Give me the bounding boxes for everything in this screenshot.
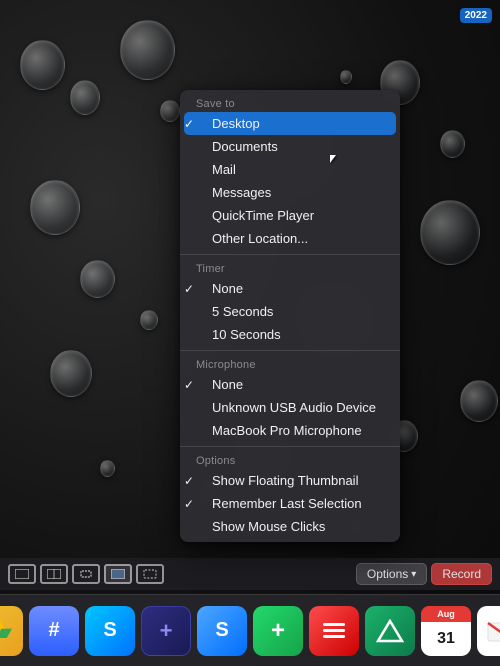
options-button[interactable]: Options ▾ [356,563,427,585]
divider-2 [180,350,400,351]
window-icon-dotted[interactable] [136,564,164,584]
droplet [80,260,115,298]
menu-item-floating[interactable]: ✓ Show Floating Thumbnail [180,469,400,492]
menubar-year: 2022 [460,8,492,23]
record-button[interactable]: Record [431,563,492,585]
menu-item-mic-macbook-label: MacBook Pro Microphone [212,423,362,438]
droplet [440,130,465,158]
dock-icon-skype[interactable]: S [197,606,247,656]
bars-icon [321,621,347,641]
menu-item-quicktime-label: QuickTime Player [212,208,314,223]
dock: # S + S + Aug 31 [0,594,500,666]
menu-item-timer-10s-label: 10 Seconds [212,327,281,342]
dock-icon-gmail[interactable] [477,606,500,656]
droplet [50,350,92,397]
menu-item-mic-usb-label: Unknown USB Audio Device [212,400,376,415]
plus-icon: + [271,617,285,645]
timer-section-label: Timer [180,259,400,277]
menu-item-remember-label: Remember Last Selection [212,496,362,511]
droplet [30,180,80,235]
dock-icon-safari[interactable]: S [85,606,135,656]
year-label: 2022 [465,10,487,21]
dock-icon-setapp[interactable]: + [141,606,191,656]
checkmark-desktop: ✓ [184,117,194,131]
droplet [20,40,65,90]
checkmark-remember: ✓ [184,497,194,511]
drive-icon [0,617,12,645]
menu-item-timer-none-label: None [212,281,243,296]
droplet [160,100,180,122]
dock-icon-drive[interactable] [0,606,23,656]
context-menu: Save to ✓ Desktop Documents Mail Message… [180,90,400,542]
menu-item-mic-none[interactable]: ✓ None [180,373,400,396]
checkmark-floating: ✓ [184,474,194,488]
menu-item-messages-label: Messages [212,185,271,200]
menu-item-quicktime[interactable]: QuickTime Player [180,204,400,227]
gdrive2-icon [376,619,404,643]
menu-item-mic-usb[interactable]: Unknown USB Audio Device [180,396,400,419]
divider-1 [180,254,400,255]
window-icon-screen[interactable] [104,564,132,584]
menu-item-timer-5s[interactable]: 5 Seconds [180,300,400,323]
divider-3 [180,446,400,447]
bottom-bar: Options ▾ Record [0,558,500,590]
safari-icon: S [103,619,116,642]
dock-icon-gdrive2[interactable] [365,606,415,656]
skype-icon: S [215,619,228,642]
calendar-bottom: 31 [437,622,455,656]
menu-item-mouse-clicks[interactable]: Show Mouse Clicks [180,515,400,538]
window-icon-full[interactable] [8,564,36,584]
menu-item-mic-none-label: None [212,377,243,392]
menu-item-desktop-label: Desktop [212,116,260,131]
menu-item-documents[interactable]: Documents [180,135,400,158]
menu-item-mouse-clicks-label: Show Mouse Clicks [212,519,325,534]
options-chevron: ▾ [411,569,416,580]
window-icon-half[interactable] [40,564,68,584]
gmail-icon [486,619,500,643]
menu-item-mic-macbook[interactable]: MacBook Pro Microphone [180,419,400,442]
microphone-section-label: Microphone [180,355,400,373]
options-section-label: Options [180,451,400,469]
droplet [120,20,175,80]
menu-item-other-label: Other Location... [212,231,308,246]
droplet [70,80,100,115]
droplet [100,460,115,477]
slack-icon: # [48,619,59,642]
menu-item-floating-label: Show Floating Thumbnail [212,473,358,488]
menu-item-messages[interactable]: Messages [180,181,400,204]
dock-icon-plus[interactable]: + [253,606,303,656]
checkmark-mic-none: ✓ [184,378,194,392]
droplet [340,70,352,84]
record-label: Record [442,567,481,581]
window-icon-region[interactable] [72,564,100,584]
menu-item-documents-label: Documents [212,139,278,154]
menu-item-timer-5s-label: 5 Seconds [212,304,273,319]
calendar-top: Aug [421,606,471,622]
droplet [140,310,158,330]
dock-icon-bars[interactable] [309,606,359,656]
save-to-section-label: Save to [180,94,400,112]
menu-item-other[interactable]: Other Location... [180,227,400,250]
menu-item-desktop[interactable]: ✓ Desktop [184,112,396,135]
checkmark-timer-none: ✓ [184,282,194,296]
menu-item-mail[interactable]: Mail [180,158,400,181]
menu-item-timer-10s[interactable]: 10 Seconds [180,323,400,346]
dock-icon-slack[interactable]: # [29,606,79,656]
droplet [420,200,480,265]
setapp-icon: + [160,618,173,644]
menu-item-remember[interactable]: ✓ Remember Last Selection [180,492,400,515]
menu-item-timer-none[interactable]: ✓ None [180,277,400,300]
menu-item-mail-label: Mail [212,162,236,177]
dock-icon-calendar[interactable]: Aug 31 [421,606,471,656]
calendar-month: Aug [437,609,455,619]
options-label: Options [367,567,408,581]
calendar-day: 31 [437,631,455,647]
droplet [460,380,498,422]
